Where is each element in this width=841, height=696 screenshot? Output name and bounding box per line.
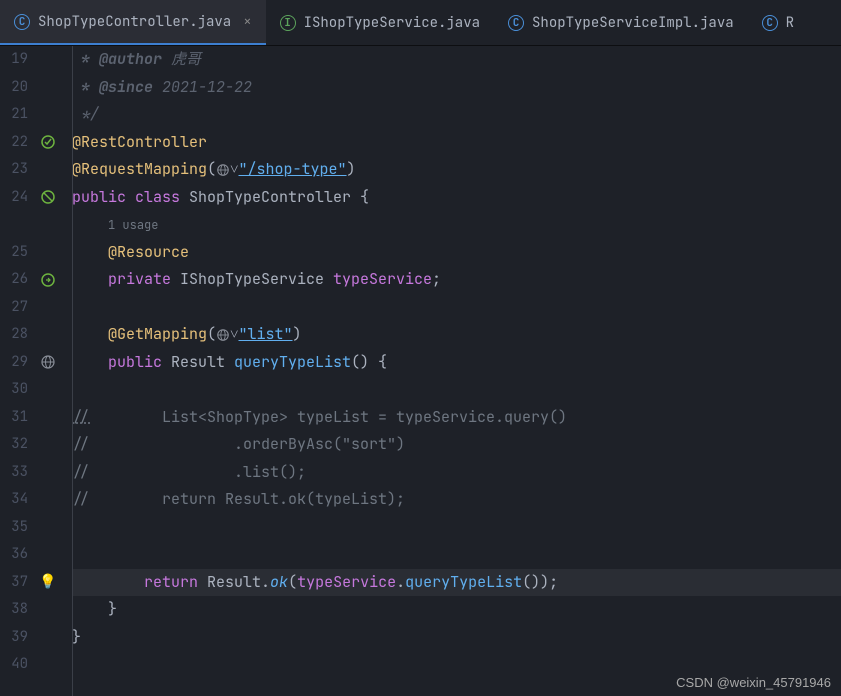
globe-icon[interactable]: ˅: [216, 321, 238, 349]
code-editor[interactable]: 19 20 21 22 23 24 25 26 27 28 29 30 31 3…: [0, 46, 841, 696]
tab-label: ShopTypeController.java: [38, 13, 231, 31]
tab-shoptypecontroller[interactable]: C ShopTypeController.java ×: [0, 0, 266, 45]
line-number-gutter: 19 20 21 22 23 24 25 26 27 28 29 30 31 3…: [0, 46, 34, 696]
close-icon[interactable]: ×: [243, 13, 251, 31]
tab-label: ShopTypeServiceImpl.java: [532, 14, 734, 32]
class-icon: C: [14, 14, 30, 30]
intention-bulb-icon[interactable]: 💡: [39, 569, 56, 597]
bean-icon[interactable]: [40, 129, 56, 157]
tab-ishoptypeservice[interactable]: I IShopTypeService.java: [266, 0, 494, 45]
watermark-text: CSDN @weixin_45791946: [676, 675, 831, 690]
tab-shoptypeserviceimpl[interactable]: C ShopTypeServiceImpl.java: [494, 0, 748, 45]
interface-icon: I: [280, 15, 296, 31]
bean-icon[interactable]: [40, 184, 56, 212]
gutter-icon-column: 💡: [34, 46, 62, 696]
globe-icon[interactable]: ˅: [216, 156, 238, 184]
tab-label: IShopTypeService.java: [304, 14, 480, 32]
nav-icon[interactable]: [40, 266, 56, 294]
tab-partial[interactable]: C R: [748, 0, 808, 45]
class-icon: C: [762, 15, 778, 31]
web-icon[interactable]: [40, 349, 56, 377]
editor-tabs: C ShopTypeController.java × I IShopTypeS…: [0, 0, 841, 46]
class-icon: C: [508, 15, 524, 31]
tab-label: R: [786, 14, 794, 32]
code-content[interactable]: * @author 虎哥 * @since 2021-12-22 */ @Res…: [62, 46, 841, 696]
usage-hint[interactable]: 1 usage: [108, 217, 158, 233]
